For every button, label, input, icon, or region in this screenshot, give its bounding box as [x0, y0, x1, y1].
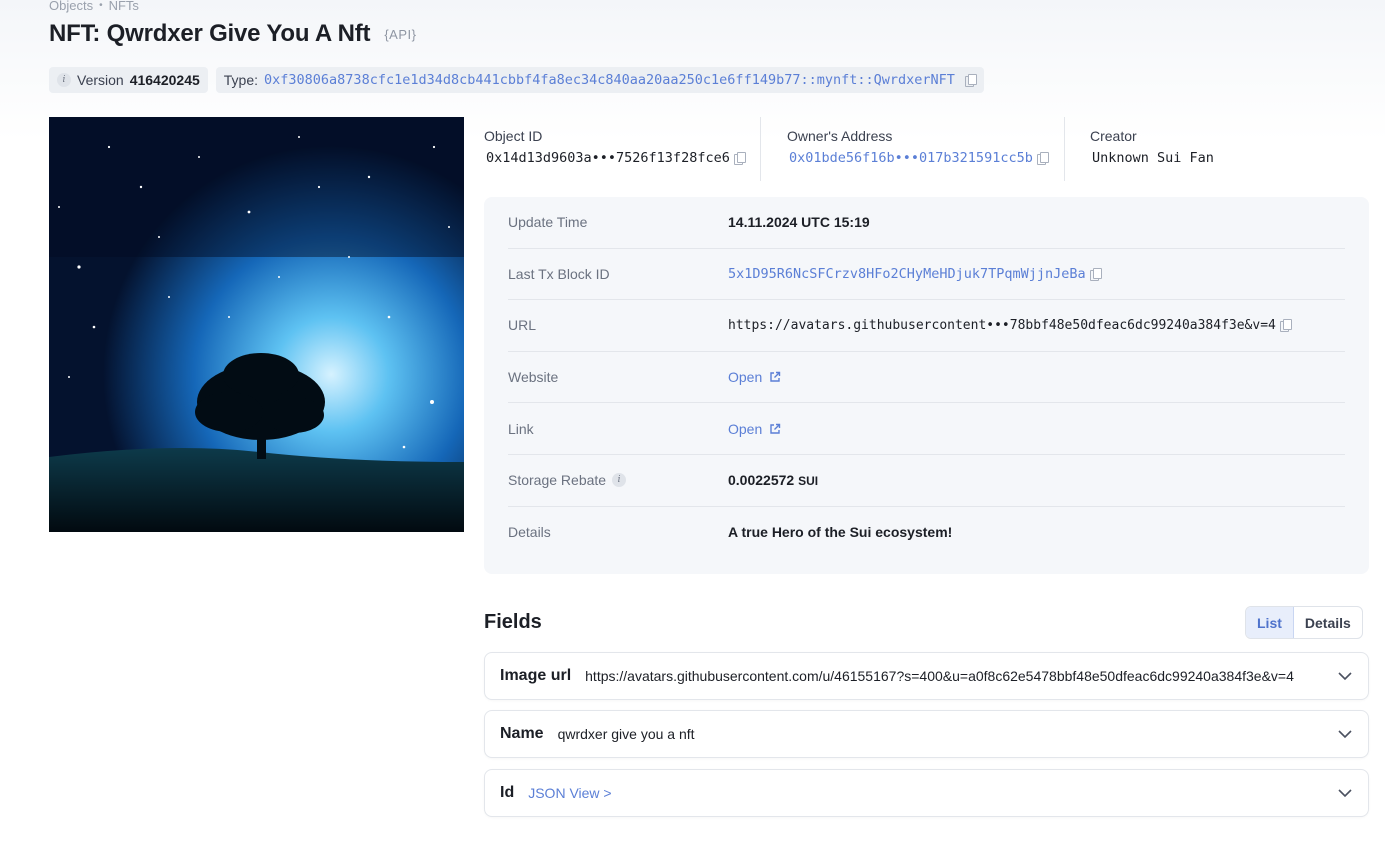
details-card: Update Time 14.11.2024 UTC 15:19 Last Tx…	[484, 197, 1369, 574]
field-id-row[interactable]: Id JSON View >	[484, 769, 1369, 817]
object-id-label: Object ID	[484, 128, 543, 144]
creator-block: Creator Unknown Sui Fan	[1065, 117, 1214, 181]
field-name: Name	[500, 725, 544, 742]
copy-icon[interactable]	[1036, 152, 1049, 165]
link-open-link[interactable]: Open	[728, 421, 762, 437]
info-icon[interactable]: i	[57, 73, 71, 87]
update-time-value: 14.11.2024 UTC 15:19	[728, 214, 870, 231]
version-value: 416420245	[129, 72, 200, 88]
owner-address-link[interactable]: 0x01bde56f16b•••017b321591cc5b	[789, 150, 1033, 166]
owner-block: Owner's Address 0x01bde56f16b•••017b3215…	[761, 117, 1065, 181]
field-image-url[interactable]: Image url https://avatars.githubusercont…	[484, 652, 1369, 700]
creator-value: Unknown Sui Fan	[1092, 150, 1214, 166]
storage-rebate-label-wrap: Storage Rebate i	[508, 472, 728, 488]
type-pill: Type: 0xf30806a8738cfc1e1d34d8cb441cbbf4…	[215, 67, 984, 93]
copy-icon[interactable]	[1279, 319, 1292, 333]
detail-row-last-tx: Last Tx Block ID 5x1D95R6NcSFCrzv8HFo2CH…	[508, 249, 1345, 301]
nft-image	[49, 117, 464, 532]
type-value-link[interactable]: 0xf30806a8738cfc1e1d34d8cb441cbbf4fa8ec3…	[264, 72, 955, 88]
last-tx-link[interactable]: 5x1D95R6NcSFCrzv8HFo2CHyMeHDjuk7TPqmWjjn…	[728, 266, 1086, 282]
api-badge[interactable]: {API}	[384, 27, 416, 42]
breadcrumb-nfts[interactable]: NFTs	[109, 0, 139, 13]
website-open-link[interactable]: Open	[728, 369, 762, 385]
owner-value: 0x01bde56f16b•••017b321591cc5b	[787, 150, 1064, 166]
field-name-row[interactable]: Name qwrdxer give you a nft	[484, 710, 1369, 758]
breadcrumb-objects[interactable]: Objects	[49, 0, 93, 13]
object-summary: Object ID 0x14d13d9603a•••7526f13f28fce6…	[484, 117, 1369, 181]
url-value: https://avatars.githubusercontent•••78bb…	[728, 317, 1292, 333]
object-id-value: 0x14d13d9603a•••7526f13f28fce6	[484, 150, 760, 166]
info-icon[interactable]: i	[612, 473, 627, 488]
version-label: Version	[77, 72, 124, 88]
field-value: qwrdxer give you a nft	[557, 726, 695, 742]
chevron-down-icon[interactable]	[1337, 726, 1353, 742]
creator-label: Creator	[1090, 128, 1137, 144]
last-tx-value: 5x1D95R6NcSFCrzv8HFo2CHyMeHDjuk7TPqmWjjn…	[728, 266, 1102, 282]
external-link-icon[interactable]	[769, 423, 781, 435]
external-link-icon[interactable]	[769, 371, 781, 383]
website-value: Open	[728, 369, 781, 385]
details-label: Details	[508, 524, 551, 541]
chevron-down-icon[interactable]	[1337, 785, 1353, 801]
toggle-list-button[interactable]: List	[1246, 607, 1294, 638]
detail-row-storage-rebate: Storage Rebate i 0.0022572 SUI	[508, 455, 1345, 507]
link-value: Open	[728, 421, 781, 437]
meta-row: i Version 416420245 Type: 0xf30806a8738c…	[49, 67, 984, 93]
detail-row-website: Website Open	[508, 352, 1345, 404]
details-value: A true Hero of the Sui ecosystem!	[728, 524, 953, 541]
field-value: https://avatars.githubusercontent.com/u/…	[585, 668, 1294, 684]
field-name: Id	[500, 784, 515, 801]
field-name: Image url	[500, 667, 572, 684]
storage-rebate-amount: 0.0022572	[728, 472, 795, 489]
storage-rebate-unit: SUI	[798, 474, 819, 489]
copy-icon[interactable]	[733, 152, 746, 165]
json-view-link[interactable]: JSON View >	[528, 785, 1325, 801]
url-text: https://avatars.githubusercontent•••78bb…	[728, 317, 1276, 333]
link-label: Link	[508, 420, 534, 437]
object-id-block: Object ID 0x14d13d9603a•••7526f13f28fce6	[484, 117, 761, 181]
storage-rebate-label: Storage Rebate	[508, 472, 607, 489]
toggle-details-button[interactable]: Details	[1294, 607, 1362, 638]
fields-title: Fields	[484, 611, 542, 633]
breadcrumb: Objects • NFTs	[49, 0, 139, 13]
storage-rebate-value: 0.0022572 SUI	[728, 472, 818, 488]
owner-label: Owner's Address	[787, 128, 893, 144]
page-title: NFT: Qwrdxer Give You A Nft	[49, 20, 371, 47]
detail-row-url: URL https://avatars.githubusercontent•••…	[508, 300, 1345, 352]
detail-row-link: Link Open	[508, 403, 1345, 455]
copy-icon[interactable]	[964, 74, 977, 87]
update-time-label: Update Time	[508, 214, 588, 231]
last-tx-label: Last Tx Block ID	[508, 265, 610, 282]
version-pill: i Version 416420245	[49, 67, 208, 93]
chevron-down-icon[interactable]	[1337, 668, 1353, 684]
fields-view-toggle: List Details	[1245, 606, 1363, 639]
website-label: Website	[508, 369, 559, 386]
url-label: URL	[508, 317, 537, 334]
type-label: Type:	[223, 72, 259, 88]
detail-row-update-time: Update Time 14.11.2024 UTC 15:19	[508, 197, 1345, 249]
copy-icon[interactable]	[1089, 267, 1102, 281]
object-id-text: 0x14d13d9603a•••7526f13f28fce6	[486, 150, 730, 166]
night-sky-tree-image	[49, 117, 464, 532]
detail-row-details: Details A true Hero of the Sui ecosystem…	[508, 507, 1345, 559]
breadcrumb-separator: •	[99, 0, 103, 11]
title-row: NFT: Qwrdxer Give You A Nft {API}	[49, 20, 416, 48]
